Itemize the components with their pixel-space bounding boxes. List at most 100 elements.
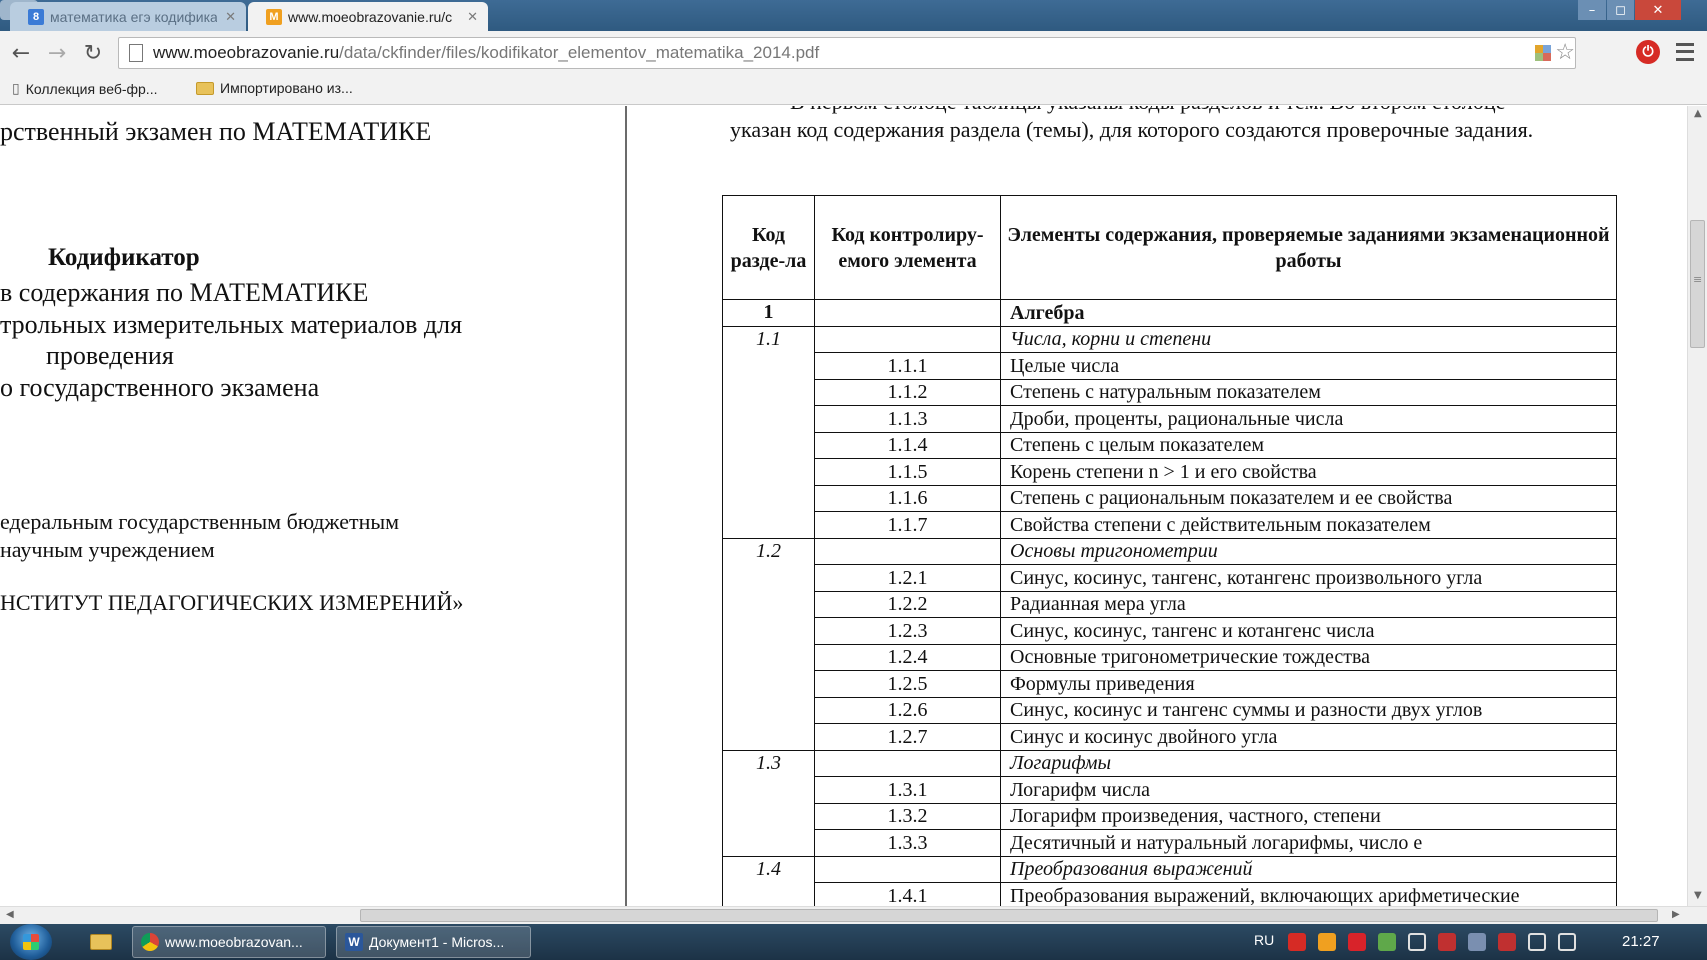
- power-extension-icon[interactable]: ⏻: [1636, 40, 1660, 64]
- horizontal-scrollbar[interactable]: ◀ ▶: [0, 906, 1707, 924]
- tray-icon[interactable]: [1348, 933, 1366, 951]
- tab-title: математика егэ кодифика: [50, 8, 218, 25]
- scroll-thumb[interactable]: [1690, 220, 1705, 348]
- tray-icon[interactable]: [1318, 933, 1336, 951]
- translate-extension-icon[interactable]: [1535, 45, 1551, 61]
- language-indicator[interactable]: RU: [1254, 932, 1274, 948]
- table-row: 1.3.3 Десятичный и натуральный логарифмы,…: [723, 829, 1617, 857]
- table-intro-paragraph: В первом столбце таблицы указаны коды ра…: [730, 106, 1600, 144]
- bookmark-imported-folder[interactable]: Импортировано из...: [196, 80, 353, 96]
- content-element-cell: Дроби, проценты, рациональные числа: [1000, 405, 1617, 433]
- table-row: 1.3.2 Логарифм произведения, частного, ст…: [723, 802, 1617, 830]
- content-element-cell: Свойства степени с действительным показа…: [1000, 511, 1617, 539]
- element-code-cell: 1.2.6: [814, 696, 1001, 724]
- tray-icon[interactable]: [1438, 933, 1456, 951]
- table-row: 1.2.7 Синус и косинус двойного угла: [723, 723, 1617, 751]
- table-row: 1.3 Логарифмы: [722, 749, 1617, 857]
- table-row: 1.4.1 Преобразования выражений, включающи…: [723, 882, 1617, 906]
- section-code-cell: 1.2: [722, 537, 815, 751]
- content-element-cell: Десятичный и натуральный логарифмы, числ…: [1000, 829, 1617, 857]
- minimize-button[interactable]: –: [1578, 0, 1606, 20]
- tab-close-icon[interactable]: ✕: [467, 9, 478, 25]
- page-icon: ▯: [12, 80, 20, 96]
- element-code-cell: 1.2.2: [814, 590, 1001, 618]
- title-line: о государственного экзамена: [0, 373, 320, 402]
- forward-arrow-icon[interactable]: →: [44, 40, 70, 66]
- tray-icon[interactable]: [1378, 933, 1396, 951]
- page-divider: [625, 106, 627, 906]
- back-arrow-icon[interactable]: ←: [8, 40, 34, 66]
- table-row: 1.2 Основы тригонометрии: [722, 537, 1617, 751]
- codifier-table: Код разде-ла Код контролиру-емого элемен…: [722, 195, 1617, 906]
- tab-title: www.moeobrazovanie.ru/с: [288, 8, 453, 25]
- tray-icon[interactable]: [1498, 933, 1516, 951]
- scroll-down-icon[interactable]: ▼: [1694, 890, 1702, 901]
- bookmarks-bar: ▯ Коллекция веб-фр... Импортировано из..…: [0, 75, 1707, 105]
- bookmark-web-collection[interactable]: ▯ Коллекция веб-фр...: [12, 80, 157, 97]
- bookmark-star-icon[interactable]: ☆: [1555, 39, 1575, 65]
- element-code-cell: 1.1.2: [814, 378, 1001, 406]
- vertical-scrollbar[interactable]: ▲ ▼: [1687, 106, 1707, 906]
- address-bar[interactable]: www.moeobrazovanie.ru/data/ckfinder/file…: [118, 37, 1576, 69]
- bookmark-label: Импортировано из...: [220, 80, 353, 96]
- content-element-cell: Основы тригонометрии: [1000, 537, 1617, 565]
- content-element-cell: Основные тригонометрические тождества: [1000, 643, 1617, 671]
- tab-math-ege[interactable]: 8 математика егэ кодифика ✕: [10, 2, 246, 31]
- section-code-cell: 1.4: [722, 855, 815, 906]
- element-code-cell: 1.4.1: [814, 882, 1001, 906]
- explorer-pinned[interactable]: [82, 927, 120, 957]
- intro-line-partial: В первом столбце таблицы указаны коды ра…: [730, 106, 1600, 116]
- menu-icon[interactable]: [1676, 41, 1694, 63]
- element-code-cell: 1.1.5: [814, 458, 1001, 486]
- taskbar-chrome-button[interactable]: www.moeobrazovan...: [132, 926, 326, 958]
- tray-icon[interactable]: [1558, 933, 1576, 951]
- scroll-left-icon[interactable]: ◀: [6, 909, 14, 920]
- content-element-cell: Логарифм числа: [1000, 776, 1617, 804]
- content-element-cell: Степень с целым показателем: [1000, 431, 1617, 459]
- title-line: трольных измерительных материалов для: [0, 310, 463, 339]
- element-code-cell: 1.2.4: [814, 643, 1001, 671]
- reload-icon[interactable]: ↻: [80, 40, 106, 66]
- pdf-viewer[interactable]: рственный экзамен по МАТЕМАТИКЕ Кодифика…: [0, 106, 1687, 906]
- scroll-thumb[interactable]: [360, 909, 1658, 922]
- section-code-cell: 1.1: [722, 325, 815, 539]
- close-window-button[interactable]: ✕: [1635, 0, 1681, 20]
- element-code-cell: [814, 749, 1001, 777]
- element-code-cell: 1.3.2: [814, 802, 1001, 830]
- taskbar-word-button[interactable]: W Документ1 - Micros...: [336, 926, 531, 958]
- tray-icon[interactable]: [1408, 933, 1426, 951]
- exam-heading-line: рственный экзамен по МАТЕМАТИКЕ: [0, 117, 432, 146]
- table-row: 1.1.2 Степень с натуральным показателем: [723, 378, 1617, 406]
- table-row: 1.1.5 Корень степени n > 1 и его свойства: [723, 458, 1617, 486]
- content-element-cell: Синус, косинус и тангенс суммы и разност…: [1000, 696, 1617, 724]
- header-content-elements: Элементы содержания, проверяемые задания…: [1000, 195, 1617, 300]
- start-button[interactable]: [10, 924, 52, 960]
- element-code-cell: 1.1.1: [814, 352, 1001, 380]
- tray-icon[interactable]: [1288, 933, 1306, 951]
- tray-icon[interactable]: [1468, 933, 1486, 951]
- content-element-cell: Целые числа: [1000, 352, 1617, 380]
- folder-icon: [90, 934, 112, 950]
- page-icon: [129, 44, 143, 62]
- org-line: едеральным государственным бюджетным: [0, 509, 400, 534]
- clock[interactable]: 21:27: [1622, 933, 1660, 950]
- url-host: www.moeobrazovanie.ru: [153, 43, 340, 62]
- table-row: 1.2.5 Формулы приведения: [723, 670, 1617, 698]
- org-line: НСТИТУТ ПЕДАГОГИЧЕСКИХ ИЗМЕРЕНИЙ»: [0, 590, 464, 615]
- table-row: 1.2.2 Радианная мера угла: [723, 590, 1617, 618]
- table-row: 1.1.4 Степень с целым показателем: [723, 431, 1617, 459]
- word-icon: W: [345, 933, 363, 951]
- element-code-cell: 1.2.1: [814, 564, 1001, 592]
- table-row: 1.2.1 Синус, косинус, тангенс, котангенс …: [723, 564, 1617, 592]
- scroll-right-icon[interactable]: ▶: [1672, 909, 1680, 920]
- maximize-button[interactable]: ◻: [1607, 0, 1634, 20]
- content-element-cell: Преобразования выражений, включающих ари…: [1000, 882, 1617, 906]
- tray-icon[interactable]: [1528, 933, 1546, 951]
- yandex-favicon-icon: 8: [28, 8, 44, 25]
- tab-close-icon[interactable]: ✕: [225, 9, 236, 25]
- scroll-up-icon[interactable]: ▲: [1694, 108, 1702, 119]
- folder-icon: [196, 81, 214, 95]
- table-row: 1.1.7 Свойства степени с действительным п…: [723, 511, 1617, 539]
- bookmark-label: Коллекция веб-фр...: [25, 80, 158, 97]
- tab-moeobrazovanie[interactable]: M www.moeobrazovanie.ru/с ✕: [248, 2, 488, 31]
